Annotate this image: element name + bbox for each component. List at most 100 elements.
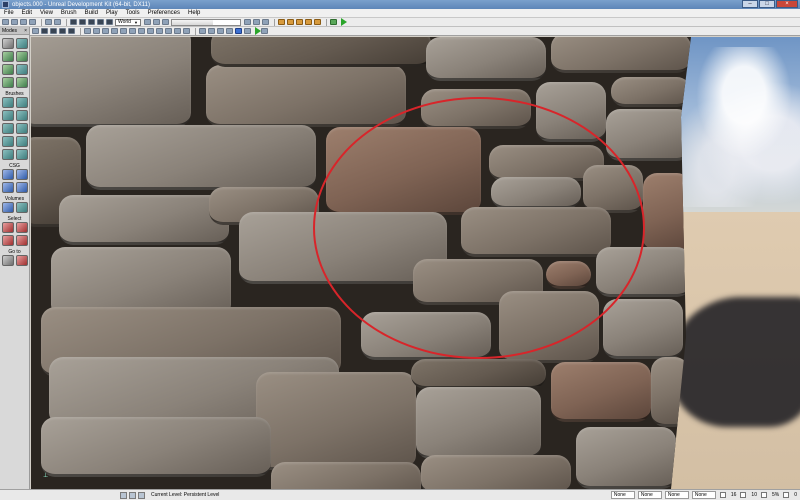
translate-icon[interactable]	[79, 19, 86, 25]
add-volume-icon[interactable]	[1, 202, 14, 213]
build-lighting-icon[interactable]	[286, 19, 294, 25]
scale-nonuniform-icon[interactable]	[106, 19, 113, 25]
coordinate-system-select[interactable]: World ▼	[115, 18, 141, 26]
top-view-icon[interactable]	[50, 28, 57, 34]
level-browser-icon[interactable]	[120, 491, 127, 499]
side-view-icon[interactable]	[59, 28, 66, 34]
wrench-icon[interactable]	[261, 28, 268, 34]
status-field[interactable]: None	[610, 491, 635, 499]
front-view-icon[interactable]	[68, 28, 75, 34]
csg-deintersect-icon[interactable]	[15, 182, 28, 193]
close-icon[interactable]: ×	[24, 27, 27, 34]
menu-brush[interactable]: Brush	[57, 9, 81, 18]
lighting-only-icon[interactable]	[120, 28, 127, 34]
scale-icon[interactable]	[97, 19, 104, 25]
cube-brush-icon[interactable]	[1, 97, 14, 108]
build-cover-icon[interactable]	[304, 19, 312, 25]
wireframe-icon[interactable]	[84, 28, 91, 34]
menu-tools[interactable]: Tools	[122, 9, 144, 18]
open-icon[interactable]	[11, 19, 18, 25]
streaming-volume-icon[interactable]	[217, 28, 224, 34]
camera-mode-icon[interactable]	[1, 38, 14, 49]
reflection-icon[interactable]	[165, 28, 172, 34]
landscape-mode-icon[interactable]	[1, 77, 14, 88]
texture-density-icon[interactable]	[138, 28, 145, 34]
rotation-snap-checkbox[interactable]	[740, 492, 747, 498]
sphere-brush-icon[interactable]	[15, 136, 28, 147]
bookmark-icon[interactable]	[161, 19, 169, 25]
perspective-viewport[interactable]: ⊥	[31, 37, 800, 489]
menu-preferences[interactable]: Preferences	[144, 9, 184, 18]
pen-brush-icon[interactable]	[15, 149, 28, 160]
tree-mode-icon[interactable]	[15, 77, 28, 88]
menu-view[interactable]: View	[36, 9, 57, 18]
lod-icon[interactable]	[174, 28, 181, 34]
build-all-icon[interactable]	[313, 19, 321, 25]
play-in-editor-icon[interactable]	[329, 19, 337, 25]
lightmap-density-icon[interactable]	[156, 28, 163, 34]
menu-file[interactable]: File	[0, 9, 18, 18]
invert-selection-icon[interactable]	[1, 235, 14, 246]
spiral-stair-icon[interactable]	[15, 123, 28, 134]
undo-icon[interactable]	[45, 19, 52, 25]
rotate-icon[interactable]	[88, 19, 95, 25]
grid-snap-checkbox[interactable]	[719, 492, 726, 498]
csg-intersect-icon[interactable]	[1, 182, 14, 193]
unlit-icon[interactable]	[93, 28, 100, 34]
build-paths-icon[interactable]	[295, 19, 303, 25]
go-to-actor-icon[interactable]	[15, 255, 28, 266]
scale-snap-checkbox[interactable]	[760, 492, 767, 498]
lit-icon[interactable]	[102, 28, 109, 34]
light-complexity-icon[interactable]	[129, 28, 136, 34]
show-selected-icon[interactable]	[1, 222, 14, 233]
binoculars-icon[interactable]	[152, 19, 160, 25]
save-all-icon[interactable]	[29, 19, 36, 25]
cone-brush-icon[interactable]	[15, 97, 28, 108]
shader-complexity-icon[interactable]	[147, 28, 154, 34]
collision-icon[interactable]	[183, 28, 190, 34]
select-icon[interactable]	[70, 19, 77, 25]
status-field[interactable]: None	[691, 491, 716, 499]
csg-add-icon[interactable]	[1, 169, 14, 180]
minimize-button[interactable]: –	[742, 0, 758, 8]
play-icon[interactable]	[340, 18, 347, 26]
cylinder-brush-icon[interactable]	[15, 110, 28, 121]
menu-play[interactable]: Play	[102, 9, 122, 18]
scale-snap-value[interactable]: 5%	[772, 492, 779, 498]
terrain-mode-icon[interactable]	[1, 51, 14, 62]
texture-mode-icon[interactable]	[15, 51, 28, 62]
content-browser-icon[interactable]	[243, 19, 251, 25]
go-to-builder-brush-icon[interactable]	[1, 255, 14, 266]
build-geometry-icon[interactable]	[277, 19, 285, 25]
sheet-brush-icon[interactable]	[1, 136, 14, 147]
status-field[interactable]: None	[637, 491, 662, 499]
rotation-snap-value[interactable]: 10	[751, 492, 757, 498]
grid-snap-value[interactable]: 16	[731, 492, 737, 498]
world-properties-icon[interactable]	[138, 491, 145, 499]
volumetric-brush-icon[interactable]	[1, 149, 14, 160]
geometry-mode-icon[interactable]	[15, 38, 28, 49]
search-slider[interactable]	[170, 18, 241, 26]
curved-stair-icon[interactable]	[1, 110, 14, 121]
detail-lighting-icon[interactable]	[111, 28, 118, 34]
game-view-icon[interactable]	[208, 28, 215, 34]
realtime-icon[interactable]	[199, 28, 206, 34]
camera-speed-icon[interactable]	[235, 28, 242, 34]
extra-value[interactable]: 0	[794, 492, 797, 498]
lock-viewport-icon[interactable]	[244, 28, 251, 34]
hide-selected-icon[interactable]	[15, 222, 28, 233]
post-process-icon[interactable]	[226, 28, 233, 34]
viewport-options-icon[interactable]	[32, 28, 39, 34]
kismet-icon[interactable]	[252, 19, 260, 25]
status-field[interactable]: None	[664, 491, 689, 499]
menu-edit[interactable]: Edit	[18, 9, 36, 18]
layer-icon[interactable]	[129, 491, 136, 499]
save-icon[interactable]	[20, 19, 27, 25]
show-all-icon[interactable]	[15, 235, 28, 246]
extra-checkbox[interactable]	[783, 492, 790, 498]
perspective-icon[interactable]	[41, 28, 48, 34]
close-button[interactable]: ×	[776, 0, 798, 8]
csg-subtract-icon[interactable]	[15, 169, 28, 180]
find-icon[interactable]	[143, 19, 151, 25]
maximize-button[interactable]: □	[759, 0, 775, 8]
